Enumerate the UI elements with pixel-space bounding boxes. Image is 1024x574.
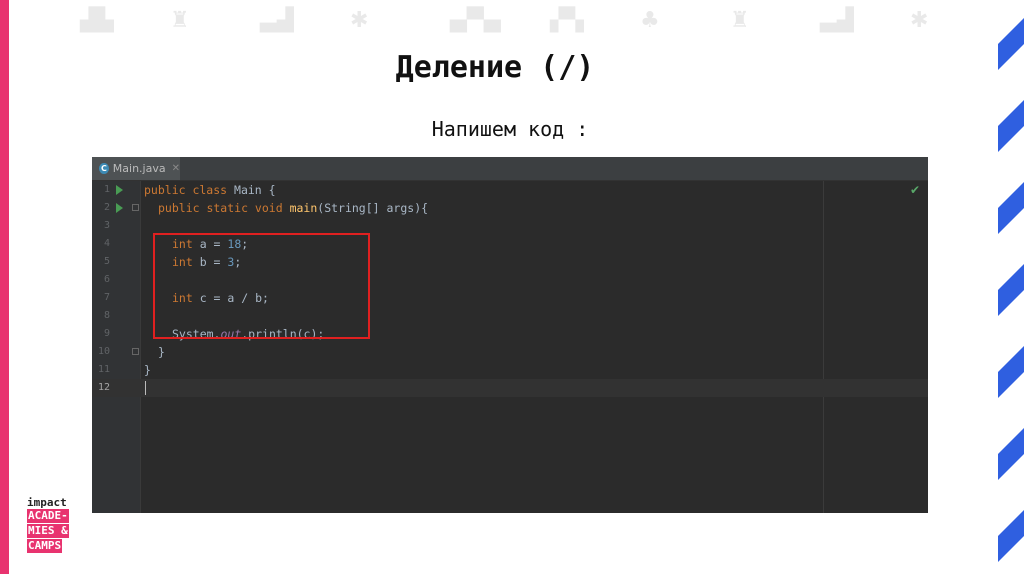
pixel-figure-icon: ♣ bbox=[640, 8, 660, 33]
line-number: 3 bbox=[103, 220, 110, 231]
code-text: } bbox=[158, 345, 165, 359]
code-line[interactable]: 11 } bbox=[92, 361, 928, 379]
code-text: public static void main(String[] args){ bbox=[158, 201, 429, 215]
pixel-figure-icon: ▟▙ bbox=[80, 8, 114, 33]
line-number: 7 bbox=[103, 292, 110, 303]
current-code-line[interactable]: 12 bbox=[92, 379, 928, 397]
run-icon[interactable] bbox=[116, 185, 123, 195]
current-line-highlight bbox=[92, 379, 928, 397]
logo-line: ACADE- bbox=[27, 509, 69, 523]
line-number: 10 bbox=[97, 346, 110, 357]
impact-logo: impact ACADE- MIES & CAMPS bbox=[27, 496, 69, 554]
line-number: 4 bbox=[103, 238, 110, 249]
line-number: 12 bbox=[97, 382, 110, 393]
code-line[interactable]: 10 } bbox=[92, 343, 928, 361]
tab-label: Main.java bbox=[112, 162, 166, 175]
editor-tab-bar: C Main.java ✕ bbox=[92, 157, 928, 181]
close-icon[interactable]: ✕ bbox=[172, 163, 180, 174]
tab-main-java[interactable]: C Main.java ✕ bbox=[92, 157, 180, 180]
logo-line: MIES & bbox=[27, 524, 69, 538]
pixel-figure-icon: ▃▟ bbox=[820, 8, 854, 33]
code-text: public class Main { bbox=[144, 183, 276, 197]
line-number: 9 bbox=[103, 328, 110, 339]
pixel-figure-icon: ✱ bbox=[910, 8, 929, 33]
pixel-figure-icon: ▃▟ bbox=[260, 8, 294, 33]
line-number: 5 bbox=[103, 256, 110, 267]
pixel-figure-icon: ▄▀▄ bbox=[450, 8, 501, 33]
fold-icon[interactable] bbox=[132, 204, 139, 211]
code-highlight-box bbox=[153, 233, 370, 339]
code-line[interactable]: 1 public class Main { bbox=[92, 181, 928, 199]
pixel-figure-icon: ▞▚ bbox=[550, 8, 584, 33]
pixel-figure-icon: ♜ bbox=[730, 8, 750, 33]
pixel-figure-icon: ♜ bbox=[170, 8, 190, 33]
java-class-icon: C bbox=[99, 163, 109, 174]
run-icon[interactable] bbox=[116, 203, 123, 213]
line-number: 11 bbox=[97, 364, 110, 375]
right-stripe-decoration bbox=[998, 0, 1024, 574]
pixel-figure-icon: ✱ bbox=[350, 8, 369, 33]
line-number: 1 bbox=[103, 184, 110, 195]
text-caret bbox=[145, 381, 146, 395]
slide-subtitle: Напишем код : bbox=[431, 117, 589, 141]
ide-editor-window: C Main.java ✕ ✔ 1 public class Main { 2 … bbox=[92, 157, 928, 513]
code-line[interactable]: 2 public static void main(String[] args)… bbox=[92, 199, 928, 217]
fold-icon[interactable] bbox=[132, 348, 139, 355]
code-text: } bbox=[144, 363, 151, 377]
left-accent-bar bbox=[0, 0, 9, 574]
line-number: 6 bbox=[103, 274, 110, 285]
line-number: 2 bbox=[103, 202, 110, 213]
line-number: 8 bbox=[103, 310, 110, 321]
pixel-decoration-row: ▟▙ ♜ ▃▟ ✱ ▄▀▄ ▞▚ ♣ ♜ ▃▟ ✱ bbox=[70, 8, 970, 38]
slide-title: Деление (/) bbox=[395, 50, 595, 85]
logo-line: CAMPS bbox=[27, 539, 63, 553]
logo-top-text: impact bbox=[27, 496, 67, 509]
